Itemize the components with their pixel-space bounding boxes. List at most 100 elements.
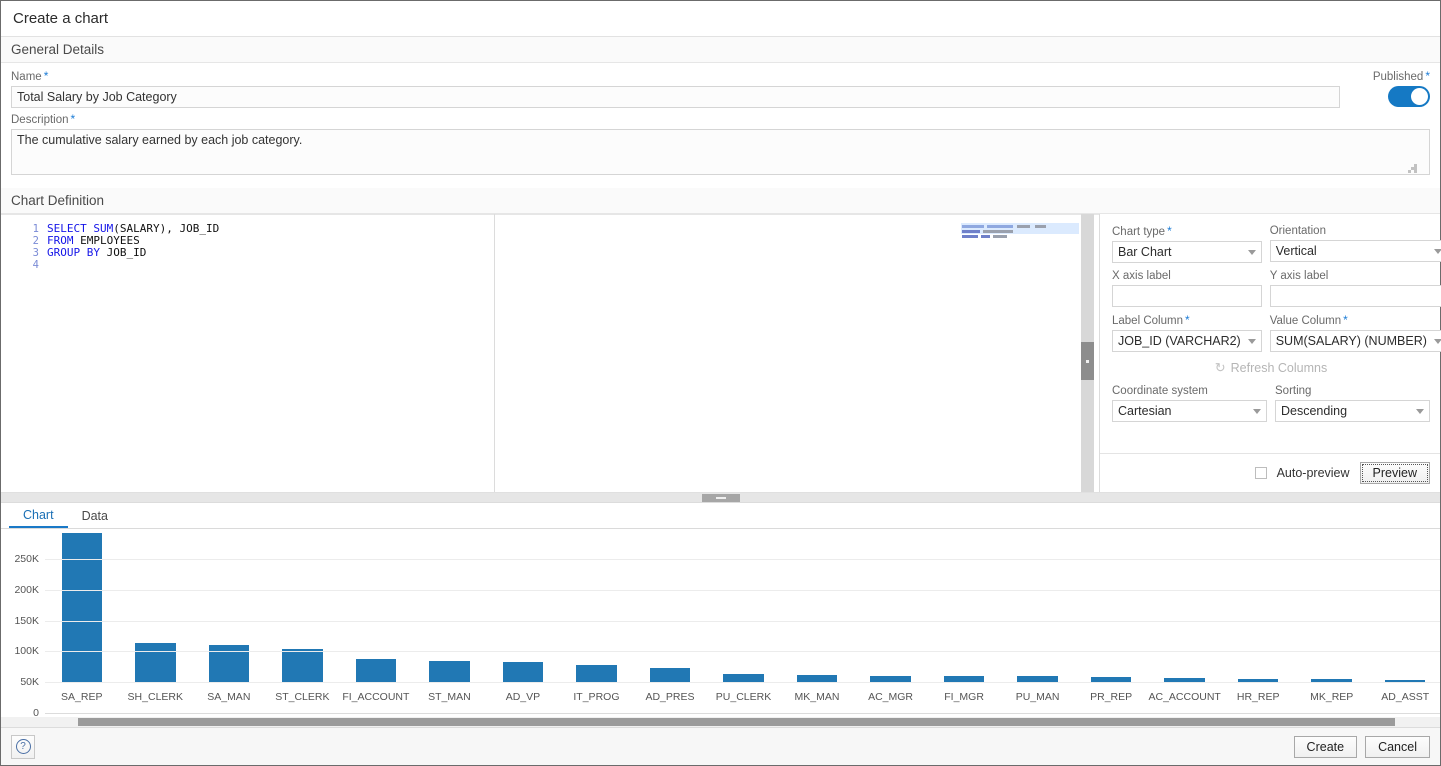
chart-bars (45, 533, 1440, 683)
chart-bar-rect (429, 661, 469, 683)
x-axis-tick-label: AD_PRES (645, 691, 694, 703)
sorting-value[interactable]: Descending (1275, 400, 1430, 422)
chart-plot-area: SA_REPSH_CLERKSA_MANST_CLERKFI_ACCOUNTST… (45, 533, 1440, 709)
auto-preview-label: Auto-preview (1277, 466, 1350, 480)
chart-horizontal-scrollbar[interactable] (1, 717, 1440, 727)
chart-bar-rect (282, 649, 322, 683)
chart-bar[interactable] (503, 533, 543, 683)
chart-bar[interactable] (1311, 533, 1351, 683)
chart-bar[interactable] (1385, 533, 1425, 683)
chart-bar[interactable] (282, 533, 322, 683)
refresh-columns-button[interactable]: ↻ Refresh Columns (1112, 360, 1430, 376)
sql-code-pane[interactable]: 1 2 3 4 SELECT SUM(SALARY), JOB_IDFROM E… (1, 214, 1099, 492)
x-axis-tick-label: ST_MAN (428, 691, 471, 703)
create-button[interactable]: Create (1294, 736, 1358, 758)
chart-bar-rect (650, 668, 690, 683)
published-toggle[interactable] (1388, 86, 1430, 107)
chart-bar[interactable] (1238, 533, 1278, 683)
chart-bar[interactable] (576, 533, 616, 683)
chart-bar[interactable] (870, 533, 910, 683)
orientation-select[interactable]: Vertical (1270, 240, 1441, 262)
name-field-label: Name* (11, 69, 1340, 84)
chart-bar-rect (135, 643, 175, 683)
value-column-label: Value Column* (1270, 313, 1441, 328)
refresh-columns-label: Refresh Columns (1231, 361, 1328, 375)
chart-y-axis: 050K100K150K200K250K (1, 533, 45, 709)
splitter-handle[interactable] (702, 494, 740, 502)
chart-scrollbar-thumb[interactable] (78, 718, 1395, 726)
description-textarea[interactable]: The cumulative salary earned by each job… (11, 129, 1430, 175)
chart-bar[interactable] (1164, 533, 1204, 683)
chart-bar[interactable] (209, 533, 249, 683)
chart-preview-canvas: 050K100K150K200K250K SA_REPSH_CLERKSA_MA… (1, 529, 1440, 727)
settings-grid-secondary: Coordinate system Cartesian Sorting Desc… (1112, 384, 1430, 428)
y-axis-label-label: Y axis label (1270, 269, 1441, 283)
sql-editor[interactable]: 1 2 3 4 SELECT SUM(SALARY), JOB_IDFROM E… (1, 214, 1100, 492)
settings-grid: Chart type* Bar Chart Orientation Vertic… (1112, 224, 1430, 358)
chart-definition-body: 1 2 3 4 SELECT SUM(SALARY), JOB_IDFROM E… (1, 214, 1440, 493)
editor-scrollbar-thumb[interactable] (1081, 342, 1094, 380)
sorting-select[interactable]: Descending (1275, 400, 1430, 422)
chart-bar[interactable] (135, 533, 175, 683)
refresh-icon: ↻ (1215, 360, 1226, 376)
chart-bar[interactable] (429, 533, 469, 683)
general-details-form: Name* Published* Description* The cumula… (1, 63, 1440, 188)
tab-chart[interactable]: Chart (9, 503, 68, 528)
chart-type-value[interactable]: Bar Chart (1112, 241, 1262, 263)
x-axis-tick-label: PR_REP (1090, 691, 1132, 703)
chart-gridline (45, 559, 1440, 560)
create-chart-dialog: Create a chart General Details Name* Pub… (0, 0, 1441, 766)
coordinate-system-value[interactable]: Cartesian (1112, 400, 1267, 422)
page-title: Create a chart (13, 10, 108, 27)
editor-vertical-divider (494, 214, 495, 492)
help-button[interactable]: ? (11, 735, 35, 759)
x-axis-tick-label: FI_ACCOUNT (342, 691, 409, 703)
line-number-gutter: 1 2 3 4 (1, 214, 47, 492)
chart-bar[interactable] (797, 533, 837, 683)
x-axis-label-input[interactable] (1112, 285, 1262, 307)
cancel-button[interactable]: Cancel (1365, 736, 1430, 758)
chart-bar[interactable] (1017, 533, 1057, 683)
orientation-value[interactable]: Vertical (1270, 240, 1441, 262)
y-axis-tick-label: 250K (14, 553, 39, 565)
chevron-down-icon (1434, 249, 1441, 254)
value-column-select[interactable]: SUM(SALARY) (NUMBER) (1270, 330, 1441, 352)
chart-bar[interactable] (356, 533, 396, 683)
label-column-label: Label Column* (1112, 313, 1262, 328)
label-column-value[interactable]: JOB_ID (VARCHAR2) (1112, 330, 1262, 352)
chart-bar[interactable] (650, 533, 690, 683)
preview-tabs: Chart Data (1, 503, 1440, 529)
sql-code-text[interactable]: SELECT SUM(SALARY), JOB_IDFROM EMPLOYEES… (47, 214, 1099, 492)
chart-type-select[interactable]: Bar Chart (1112, 241, 1262, 263)
chart-baseline (45, 713, 1440, 714)
preview-button[interactable]: Preview (1360, 462, 1430, 484)
coordinate-system-select[interactable]: Cartesian (1112, 400, 1267, 422)
chart-settings-panel: Chart type* Bar Chart Orientation Vertic… (1100, 214, 1440, 492)
editor-scrollbar[interactable] (1081, 214, 1094, 492)
settings-spacer (1112, 428, 1430, 453)
tab-data[interactable]: Data (68, 503, 122, 528)
x-axis-tick-label: AD_ASST (1381, 691, 1429, 703)
name-input[interactable] (11, 86, 1340, 108)
chart-bar[interactable] (723, 533, 763, 683)
y-axis-tick-label: 50K (20, 676, 39, 688)
x-axis-tick-label: IT_PROG (573, 691, 619, 703)
sql-line-3: GROUP BY JOB_ID (47, 247, 1099, 259)
coordinate-system-label: Coordinate system (1112, 384, 1267, 398)
published-label: Published* (1373, 69, 1430, 83)
x-axis-tick-label: SH_CLERK (128, 691, 183, 703)
y-axis-label-input[interactable] (1270, 285, 1441, 307)
section-title-general: General Details (11, 42, 104, 57)
label-column-select[interactable]: JOB_ID (VARCHAR2) (1112, 330, 1262, 352)
chart-bar[interactable] (944, 533, 984, 683)
chevron-down-icon (1434, 339, 1441, 344)
x-axis-tick-label: FI_MGR (944, 691, 984, 703)
sorting-label: Sorting (1275, 384, 1430, 398)
description-field-label: Description* (11, 112, 1430, 127)
value-column-value[interactable]: SUM(SALARY) (NUMBER) (1270, 330, 1441, 352)
dialog-footer: ? Create Cancel (1, 727, 1440, 765)
auto-preview-checkbox[interactable] (1255, 467, 1267, 479)
horizontal-splitter[interactable] (1, 493, 1440, 503)
chart-bar[interactable] (1091, 533, 1131, 683)
chart-bar[interactable] (62, 533, 102, 683)
